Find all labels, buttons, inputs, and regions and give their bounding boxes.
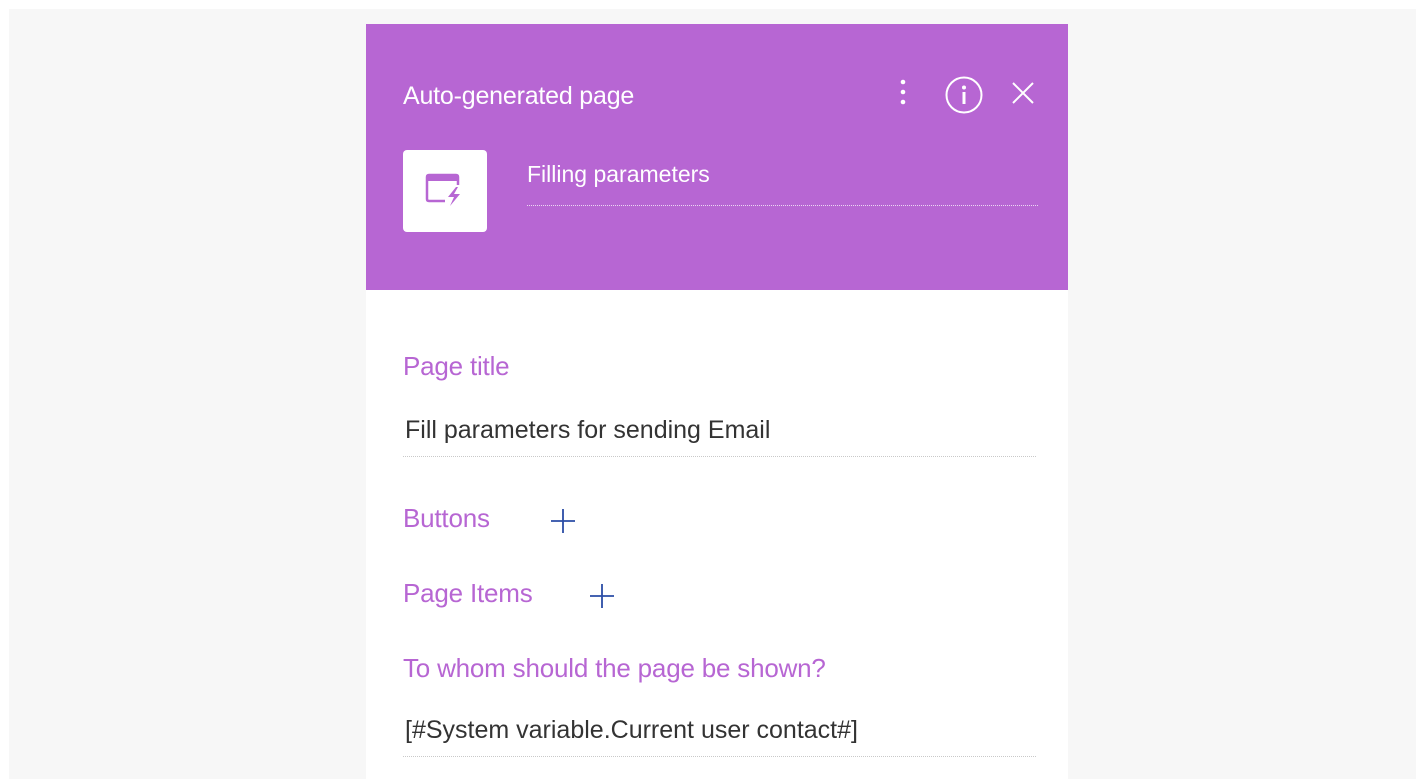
add-page-item-button[interactable]	[587, 581, 617, 611]
element-icon-tile[interactable]	[403, 150, 487, 232]
element-name-field[interactable]: Filling parameters	[527, 161, 1038, 206]
element-name-text: Filling parameters	[527, 161, 710, 187]
recipient-value: [#System variable.Current user contact#]	[405, 716, 858, 744]
buttons-label: Buttons	[403, 503, 490, 533]
info-button[interactable]	[943, 74, 985, 116]
close-icon	[1012, 82, 1034, 104]
add-button-button[interactable]	[548, 506, 578, 536]
recipient-input[interactable]: [#System variable.Current user contact#]	[403, 716, 1036, 757]
plus-icon	[551, 509, 575, 533]
page-title-value: Fill parameters for sending Email	[405, 416, 771, 444]
auto-generated-page-icon	[425, 173, 460, 206]
plus-icon	[590, 584, 614, 608]
recipient-label: To whom should the page be shown?	[403, 653, 826, 683]
panel-header: Auto-generated page Filling parameters	[366, 24, 1068, 290]
kebab-menu-icon	[900, 79, 906, 105]
more-options-button[interactable]	[891, 74, 915, 110]
close-button[interactable]	[1007, 77, 1039, 109]
page-items-label: Page Items	[403, 578, 533, 608]
page-title-input[interactable]: Fill parameters for sending Email	[403, 416, 1036, 457]
page-title-label: Page title	[403, 351, 510, 381]
panel-title: Auto-generated page	[403, 82, 635, 110]
element-settings-panel: Auto-generated page Filling parameters P…	[366, 24, 1068, 779]
info-icon	[945, 76, 983, 114]
